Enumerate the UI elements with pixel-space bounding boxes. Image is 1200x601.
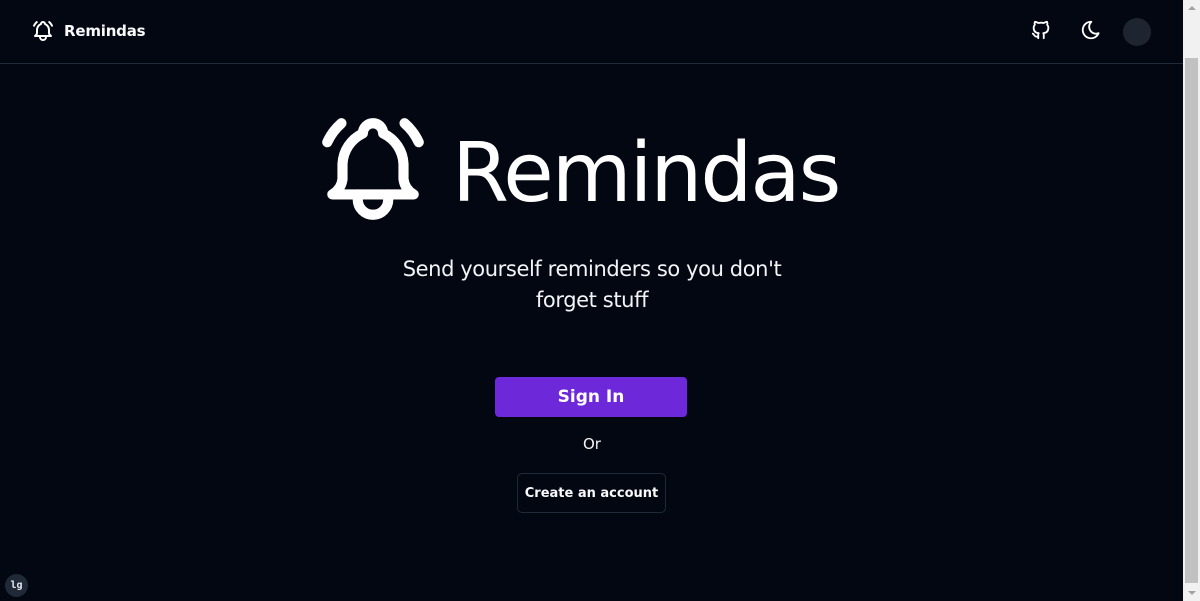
github-link[interactable] xyxy=(1023,18,1058,46)
hero-title: Remindas xyxy=(452,126,841,221)
bell-ringing-icon xyxy=(312,108,434,230)
brand-name: Remindas xyxy=(64,22,146,40)
avatar[interactable] xyxy=(1123,18,1151,46)
sign-in-button[interactable]: Sign In xyxy=(495,377,687,417)
hero-logo xyxy=(312,108,434,230)
breakpoint-badge: lg xyxy=(5,574,28,597)
brand-link[interactable]: Remindas xyxy=(31,19,146,43)
tagline: Send yourself reminders so you don't for… xyxy=(402,257,782,312)
page: Remindas Remindas Send yourself reminder… xyxy=(0,0,1200,601)
moon-icon xyxy=(1080,19,1102,45)
scrollbar[interactable] xyxy=(1183,0,1200,601)
nav-actions xyxy=(1023,18,1151,46)
create-account-button[interactable]: Create an account xyxy=(517,473,666,513)
theme-toggle-button[interactable] xyxy=(1073,18,1108,46)
scroll-down-arrow[interactable] xyxy=(1183,584,1200,601)
navbar: Remindas xyxy=(0,0,1183,64)
github-icon xyxy=(1030,19,1052,45)
scrollbar-thumb[interactable] xyxy=(1185,58,1198,583)
or-divider-text: Or xyxy=(583,435,601,453)
bell-ringing-icon xyxy=(31,19,55,43)
scroll-up-arrow[interactable] xyxy=(1183,0,1200,17)
